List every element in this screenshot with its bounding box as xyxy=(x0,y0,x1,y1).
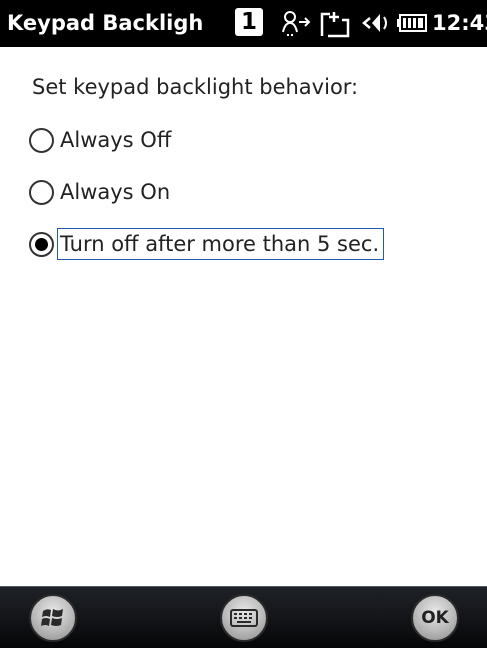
notification-count: 1 xyxy=(235,8,263,36)
window-title: Keypad Backligh xyxy=(7,11,204,35)
option-label[interactable]: Turn off after more than 5 sec. xyxy=(57,228,385,260)
radio-option-always-off[interactable]: Always Off xyxy=(29,122,176,158)
keyboard-button[interactable] xyxy=(220,594,268,642)
sync-icon[interactable] xyxy=(279,8,313,38)
radio-button[interactable] xyxy=(29,127,54,153)
notification-icon[interactable]: 1 xyxy=(235,8,265,38)
radio-button-selected[interactable] xyxy=(29,231,54,257)
speaker-icon[interactable] xyxy=(360,8,390,38)
title-bar: Keypad Backligh 1 12:4 xyxy=(0,0,487,47)
option-label[interactable]: Always Off xyxy=(57,124,176,156)
ok-label: OK xyxy=(421,608,449,628)
clock[interactable]: 12:43 xyxy=(432,9,487,37)
windows-start-button[interactable] xyxy=(29,594,77,642)
softkey-bar: OK xyxy=(0,586,487,648)
settings-prompt: Set keypad backlight behavior: xyxy=(32,75,359,99)
ok-button[interactable]: OK xyxy=(411,594,459,642)
keyboard-icon xyxy=(230,609,258,627)
signal-icon[interactable] xyxy=(318,8,354,38)
windows-start-icon xyxy=(41,609,63,626)
battery-icon[interactable] xyxy=(396,8,428,38)
screen: Keypad Backligh 1 12:4 Set keypad backli… xyxy=(0,0,487,648)
radio-option-always-on[interactable]: Always On xyxy=(29,174,175,210)
option-label[interactable]: Always On xyxy=(57,176,175,208)
radio-button[interactable] xyxy=(29,179,54,205)
radio-option-turn-off-after-5-sec[interactable]: Turn off after more than 5 sec. xyxy=(29,226,385,262)
